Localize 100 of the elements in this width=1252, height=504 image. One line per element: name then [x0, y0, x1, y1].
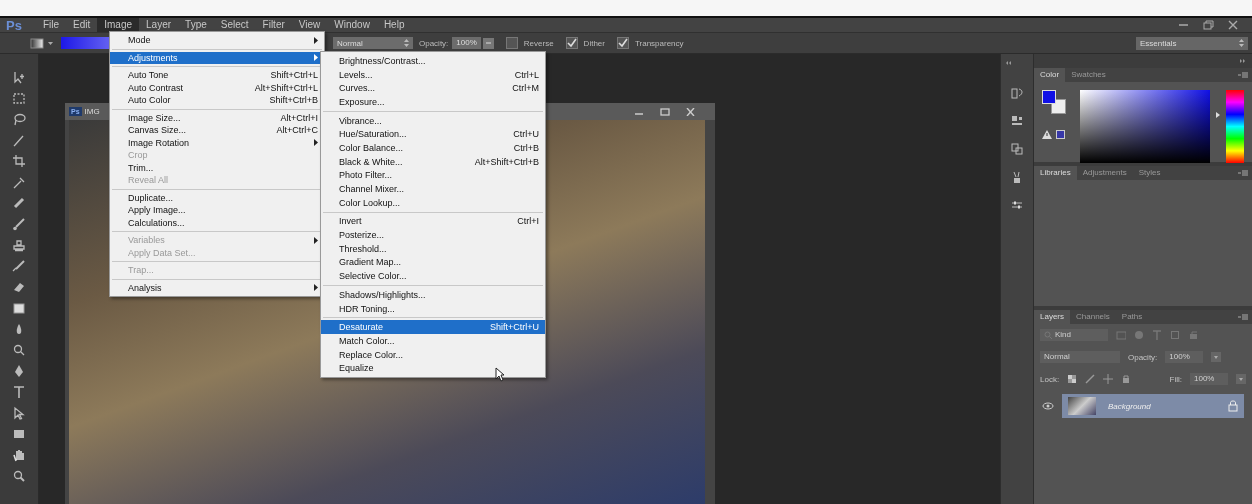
workspace-dropdown[interactable]: Essentials: [1136, 36, 1248, 50]
menu-item[interactable]: Image Size... Alt+Ctrl+I: [110, 111, 324, 124]
eraser-icon[interactable]: [12, 280, 26, 294]
history-brush-icon[interactable]: [12, 259, 26, 273]
menu-item[interactable]: Invert Ctrl+I: [321, 214, 545, 229]
opacity-field[interactable]: 100%: [452, 37, 481, 49]
menu-item[interactable]: Duplicate...: [110, 191, 324, 204]
checkbox[interactable]: [565, 37, 578, 49]
menu-item[interactable]: Curves... Ctrl+M: [321, 81, 545, 96]
menu-item[interactable]: Shadows/Highlights...: [321, 288, 545, 302]
gamut-swatch[interactable]: [1056, 130, 1065, 139]
pointer-icon[interactable]: [12, 406, 26, 420]
dropdown-button-icon[interactable]: [482, 37, 494, 49]
color-swatches-drawing[interactable]: [1042, 90, 1066, 114]
close-icon[interactable]: [686, 107, 695, 116]
menu-item[interactable]: HDR Toning...: [321, 301, 545, 316]
menu-item[interactable]: Levels... Ctrl+L: [321, 67, 545, 82]
menu-item[interactable]: Select: [213, 18, 256, 32]
padlock-icon[interactable]: [1121, 374, 1132, 384]
menu-item[interactable]: Threshold...: [321, 241, 545, 256]
warning-icon[interactable]: [1042, 130, 1052, 139]
menu-item[interactable]: Mode: [110, 34, 324, 47]
menu-item[interactable]: Selective Color...: [321, 269, 545, 283]
menu-item[interactable]: Equalize: [321, 361, 545, 376]
menu-item[interactable]: Photo Filter...: [321, 168, 545, 183]
menu-item[interactable]: Color Lookup...: [321, 195, 545, 210]
letter-t-icon[interactable]: [12, 385, 26, 399]
menu-item[interactable]: Desaturate Shift+Ctrl+U: [321, 320, 545, 335]
menu-item[interactable]: Hue/Saturation... Ctrl+U: [321, 127, 545, 142]
slider-pointer-icon[interactable]: [1216, 112, 1220, 118]
menu-item[interactable]: Color Balance... Ctrl+B: [321, 141, 545, 155]
submenu-arrow-icon[interactable]: [314, 284, 318, 292]
menu-item[interactable]: Gradient Map...: [321, 255, 545, 270]
panel-tab[interactable]: Swatches: [1065, 68, 1112, 82]
menu-item[interactable]: Auto Color Shift+Ctrl+B: [110, 94, 324, 107]
color-field[interactable]: [1080, 90, 1210, 163]
close-icon[interactable]: [1228, 20, 1238, 30]
menu-item[interactable]: View: [291, 18, 328, 32]
dashed-square-icon[interactable]: [12, 91, 26, 105]
menu-item[interactable]: Analysis: [110, 281, 324, 294]
menu-item[interactable]: Auto Contrast Alt+Shift+Ctrl+L: [110, 81, 324, 94]
move-arrow-icon[interactable]: [12, 70, 26, 84]
crop-icon[interactable]: [12, 154, 26, 168]
menu-item[interactable]: Brightness/Contrast...: [321, 54, 545, 68]
brush-icon[interactable]: [12, 217, 26, 231]
restore-icon[interactable]: [1203, 20, 1214, 30]
updown-icon[interactable]: [404, 39, 409, 47]
checkerboard-icon[interactable]: [1067, 374, 1078, 384]
menu-item[interactable]: Apply Image...: [110, 204, 324, 217]
panel-tab[interactable]: Paths: [1115, 310, 1149, 324]
filter-kind-dropdown[interactable]: Kind: [1040, 329, 1108, 341]
panel-tab[interactable]: Libraries: [1034, 166, 1077, 180]
checkbox[interactable]: [505, 37, 518, 49]
dropdown-button-icon[interactable]: [1211, 352, 1222, 362]
collapse-arrows-icon[interactable]: [1005, 60, 1012, 66]
menu-item[interactable]: File: [35, 18, 67, 32]
menu-item[interactable]: Black & White... Alt+Shift+Ctrl+B: [321, 154, 545, 169]
menu-item[interactable]: Type: [178, 18, 214, 32]
menu-item[interactable]: Canvas Size... Alt+Ctrl+C: [110, 124, 324, 137]
lasso-icon[interactable]: [12, 112, 26, 126]
stamp-icon[interactable]: [12, 238, 26, 252]
menu-item[interactable]: Auto Tone Shift+Ctrl+L: [110, 69, 324, 82]
opacity-field[interactable]: 100%: [1165, 351, 1204, 363]
panel-tab[interactable]: Styles: [1132, 166, 1167, 180]
brush-stroke-icon[interactable]: [12, 133, 26, 147]
panel-tab[interactable]: Adjustments: [1076, 166, 1133, 180]
padlock-icon[interactable]: [1228, 400, 1238, 412]
menu-item[interactable]: Layer: [139, 18, 179, 32]
menu-item[interactable]: Channel Mixer...: [321, 182, 545, 196]
panel-tab[interactable]: Layers: [1034, 310, 1070, 324]
menu-item[interactable]: Image Rotation: [110, 136, 324, 149]
brush-stroke-icon[interactable]: [1085, 374, 1096, 384]
updown-icon[interactable]: [1239, 39, 1244, 47]
menu-item[interactable]: Window: [327, 18, 377, 32]
caret-icon[interactable]: [48, 41, 53, 45]
magnifier-icon[interactable]: [12, 343, 26, 357]
blend-mode-dropdown[interactable]: Normal: [1040, 351, 1120, 363]
panel-tab[interactable]: Color: [1034, 68, 1066, 82]
panel-tab[interactable]: Channels: [1070, 310, 1116, 324]
hand-icon[interactable]: [12, 448, 26, 462]
rectangle-icon[interactable]: [12, 427, 26, 441]
zoom-icon[interactable]: [12, 469, 26, 483]
menu-item[interactable]: Replace Color...: [321, 347, 545, 362]
pen-icon[interactable]: [12, 364, 26, 378]
gradient-tool-icon[interactable]: [30, 37, 44, 49]
menu-item[interactable]: Match Color...: [321, 334, 545, 348]
menu-item[interactable]: Calculations...: [110, 216, 324, 229]
fill-field[interactable]: 100%: [1190, 373, 1228, 385]
submenu-arrow-icon[interactable]: [314, 36, 318, 44]
menu-item[interactable]: Help: [376, 18, 412, 32]
menu-item[interactable]: Edit: [66, 18, 98, 32]
maximize-icon[interactable]: [660, 107, 670, 116]
overlapping-shapes-icon[interactable]: [1010, 142, 1024, 156]
submenu-arrow-icon[interactable]: [314, 139, 318, 147]
menu-item[interactable]: Filter: [255, 18, 292, 32]
checkbox[interactable]: [616, 37, 629, 49]
eyedropper-icon[interactable]: [12, 175, 26, 189]
collapse-arrows-icon[interactable]: [1239, 58, 1246, 64]
menu-item[interactable]: Exposure...: [321, 95, 545, 109]
menu-item[interactable]: Posterize...: [321, 228, 545, 242]
